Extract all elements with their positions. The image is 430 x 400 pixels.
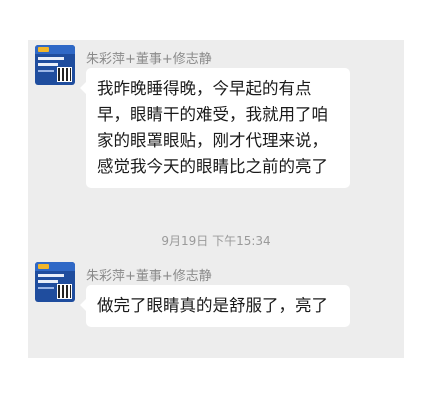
message-bubble[interactable]: 做完了眼睛真的是舒服了，亮了 xyxy=(80,285,350,327)
avatar-tag xyxy=(38,47,49,52)
message-bubble[interactable]: 我昨晚睡得晚，今早起的有点早，眼睛干的难受，我就用了咱家的眼罩眼贴，刚才代理来说… xyxy=(80,68,350,188)
qr-code-icon xyxy=(57,67,72,82)
avatar-text-line xyxy=(38,70,54,72)
chat-area: 朱彩萍+董事+修志静 我昨晚睡得晚，今早起的有点早，眼睛干的难受，我就用了咱家的… xyxy=(28,40,404,358)
avatar-tag xyxy=(38,264,49,269)
avatar-text-line xyxy=(38,287,54,289)
sender-name: 朱彩萍+董事+修志静 xyxy=(86,52,212,67)
qr-code-icon xyxy=(57,284,72,299)
sender-avatar[interactable] xyxy=(35,45,75,85)
avatar-text-line xyxy=(38,280,58,283)
sender-avatar[interactable] xyxy=(35,262,75,302)
sender-name: 朱彩萍+董事+修志静 xyxy=(86,269,212,284)
avatar-text-line xyxy=(38,274,64,277)
avatar-text-line xyxy=(38,57,64,60)
message-timestamp: 9月19日 下午15:34 xyxy=(161,234,271,248)
avatar-text-line xyxy=(38,63,58,66)
